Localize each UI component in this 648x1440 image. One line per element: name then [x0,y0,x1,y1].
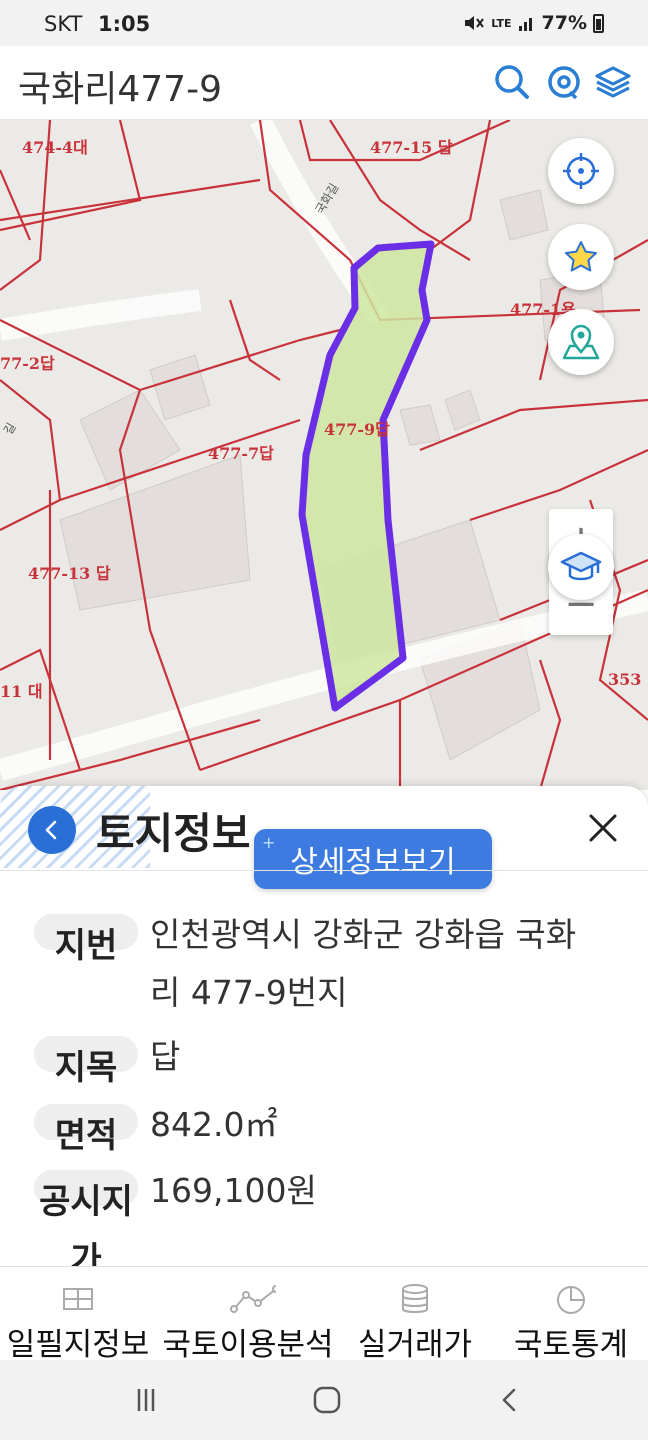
row-value: 842.0㎡ [150,1105,278,1144]
view-details-button[interactable]: + 상세정보보기 [254,829,492,889]
search-button[interactable] [492,62,532,102]
sparkle-icon: + [262,833,276,852]
row-value: 169,100원 [150,1171,317,1210]
nav-land-use-analysis[interactable]: 국토이용분석 [156,1267,340,1363]
gps-target-icon [563,153,599,189]
star-icon [565,241,597,272]
map-view[interactable]: 474-4대 477-15 답 477-1용 77-2답 477-9답 477-… [0,120,648,790]
location-target-icon [548,66,580,100]
battery-percent: 77% [541,12,587,34]
parcel-label: 477-13 답 [28,564,111,583]
gps-locate-button[interactable] [548,138,614,204]
parcel-label: 474-4대 [22,138,88,157]
row-key: 가 [70,1240,102,1266]
nav-label: 일필지정보 [6,1327,150,1363]
row-key: 공시지 [39,1182,133,1222]
layers-icon [595,66,631,98]
parcel-grid-icon [63,1288,93,1310]
system-back-button[interactable] [490,1380,530,1420]
location-button[interactable] [544,62,584,102]
parcel-label: 477-7답 [208,444,274,463]
home-icon [313,1386,341,1414]
sheet-divider [0,870,648,871]
graduation-cap-icon [560,551,602,581]
search-icon [495,65,529,99]
nav-label: 국토통계 [513,1327,629,1363]
recent-apps-icon [137,1389,155,1411]
clock: 1:05 [98,12,151,36]
row-value-line: 인천광역시 강화군 강화읍 국화 [150,915,577,954]
row-value-line: 리 477-9번지 [150,973,348,1012]
layers-button[interactable] [593,62,633,102]
app-header: 국화리477-9 [0,46,648,120]
parcel-label: 11 대 [0,682,43,701]
nav-label: 실거래가 [357,1327,473,1363]
favorite-button[interactable] [548,224,614,290]
row-key: 지번 [54,926,118,966]
back-button[interactable] [28,806,76,854]
status-bar: SKT 1:05 LTE 77% [0,0,648,46]
education-button[interactable] [548,534,614,600]
row-value: 답 [150,1037,181,1076]
row-key: 면적 [54,1116,118,1156]
nav-national-statistics[interactable]: 국토통계 [494,1267,648,1363]
parcel-label: 477-15 답 [370,138,453,157]
nav-label: 국토이용분석 [162,1327,334,1363]
map-pin-icon [562,324,600,360]
nav-real-transaction-price[interactable]: 실거래가 [340,1267,490,1363]
line-graph-icon [230,1285,276,1313]
page-title: 국화리477-9 [18,69,222,110]
bottom-navigation: 일필지정보 국토이용분석 실거래가 국토통계 [0,1266,648,1363]
map-pin-button[interactable] [548,309,614,375]
cadastral-map [0,120,648,790]
chevron-left-icon [45,820,57,840]
row-key: 지목 [54,1048,118,1088]
close-icon [589,814,617,842]
battery-icon [593,13,604,33]
parcel-label: 77-2답 [0,354,55,373]
pie-chart-icon [557,1286,585,1314]
network-type: LTE [491,16,512,30]
land-info-sheet: 토지정보 + 상세정보보기 지번 인천광역시 강화군 강화읍 국화 리 477-… [0,786,648,1266]
parcel-label: 353 [608,670,642,689]
signal-icon [518,18,532,31]
nav-parcel-info[interactable]: 일필지정보 [0,1267,156,1363]
recent-apps-button[interactable] [126,1380,166,1420]
system-navigation-bar [0,1360,648,1440]
back-arrow-icon [502,1388,516,1412]
database-icon [402,1284,428,1313]
carrier-label: SKT [44,12,83,36]
status-icons: LTE 77% [463,12,604,34]
selected-parcel-label: 477-9답 [324,420,390,439]
close-button[interactable] [583,808,623,848]
mute-icon [465,16,485,30]
row-value: 인천광역시 강화군 강화읍 국화 리 477-9번지 [150,906,620,1022]
home-button[interactable] [307,1380,347,1420]
view-details-label: 상세정보보기 [290,845,456,880]
sheet-title: 토지정보 [96,809,251,858]
